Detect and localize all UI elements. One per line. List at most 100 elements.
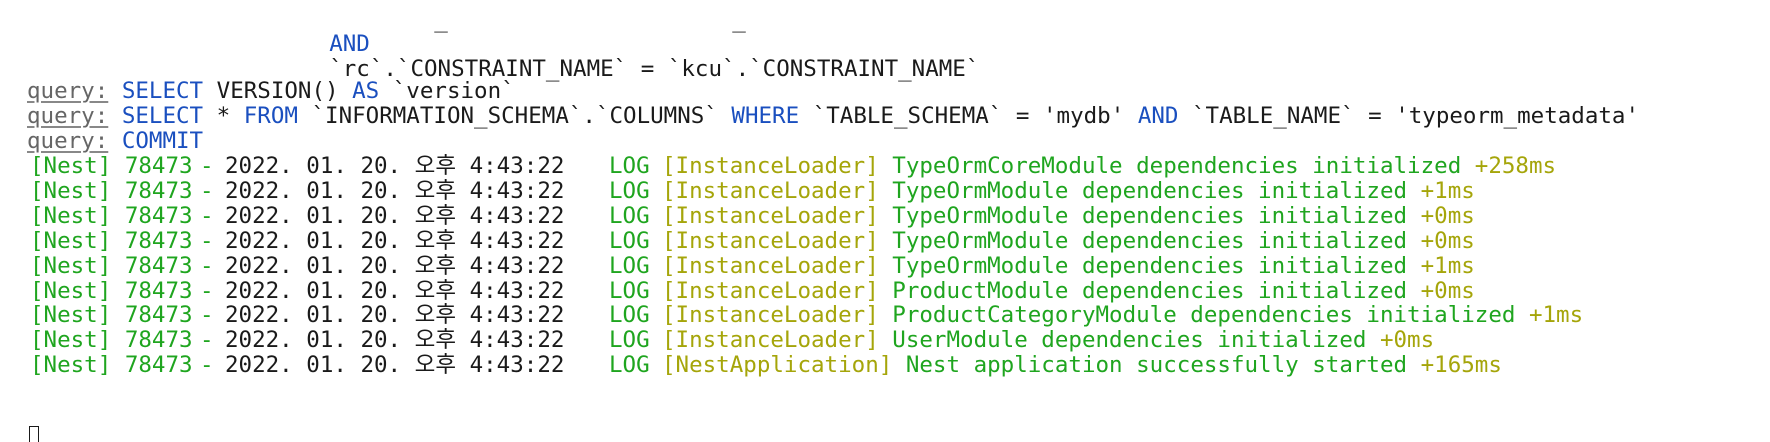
log-level: LOG bbox=[609, 252, 650, 279]
log-line: [Nest] 78473-2022. 01. 20. 오후 4:43:22 LOG… bbox=[0, 252, 1770, 280]
terminal-output[interactable]: _ _ AND `rc`.`CONSTRAINT_NAME` = `kcu`.`… bbox=[0, 0, 1770, 442]
log-message: TypeOrmCoreModule dependencies initializ… bbox=[892, 153, 1462, 179]
log-elapsed: +0ms bbox=[1420, 277, 1475, 304]
sql-text: `TABLE_NAME` = 'typeorm_metadata' bbox=[1178, 103, 1640, 129]
log-context: [NestApplication] bbox=[662, 352, 893, 379]
log-elapsed: +0ms bbox=[1420, 202, 1475, 229]
log-timestamp: 2022. 01. 20. 오후 4:43:22 bbox=[225, 327, 565, 354]
log-timestamp: 2022. 01. 20. 오후 4:43:22 bbox=[225, 227, 565, 254]
log-elapsed: +0ms bbox=[1379, 327, 1435, 354]
query-line: query: COMMIT bbox=[27, 127, 203, 155]
sql-text: `version` bbox=[379, 78, 515, 104]
log-elapsed: +0ms bbox=[1420, 227, 1475, 254]
log-prefix: [Nest] 78473 bbox=[30, 277, 193, 304]
log-tail: [InstanceLoader] ProductCategoryModule d… bbox=[662, 301, 1583, 329]
log-level: LOG bbox=[609, 153, 650, 179]
log-tail: [NestApplication] Nest application succe… bbox=[662, 351, 1502, 379]
log-context: [InstanceLoader] bbox=[662, 327, 879, 354]
log-context: [InstanceLoader] bbox=[662, 277, 879, 304]
log-prefix: [Nest] 78473 bbox=[30, 153, 193, 179]
log-line: [Nest] 78473-2022. 01. 20. 오후 4:43:22 LOG… bbox=[0, 202, 1770, 230]
log-message: TypeOrmModule dependencies initialized bbox=[892, 227, 1408, 254]
log-tail: [InstanceLoader] TypeOrmModule dependenc… bbox=[662, 227, 1475, 255]
log-tail: [InstanceLoader] TypeOrmModule dependenc… bbox=[662, 177, 1475, 205]
log-line: [Nest] 78473-2022. 01. 20. 오후 4:43:22 LOG… bbox=[0, 152, 1770, 180]
log-elapsed: +1ms bbox=[1420, 252, 1475, 279]
log-message: ProductModule dependencies initialized bbox=[892, 277, 1408, 304]
log-dash: - bbox=[200, 202, 214, 229]
log-dash: - bbox=[200, 352, 214, 379]
sql-keyword: AND bbox=[1137, 103, 1179, 129]
log-prefix: [Nest] 78473 bbox=[30, 327, 193, 354]
clipped-top-line-2: _ bbox=[732, 7, 746, 33]
log-elapsed: +1ms bbox=[1528, 302, 1584, 329]
sql-keyword: WHERE bbox=[731, 103, 800, 129]
log-context: [InstanceLoader] bbox=[662, 302, 879, 329]
log-prefix: [Nest] 78473 bbox=[30, 252, 193, 279]
clipped-top-line: _ bbox=[434, 7, 448, 33]
log-dash: - bbox=[200, 252, 214, 279]
query-line: query: SELECT VERSION() AS `version` bbox=[27, 77, 515, 105]
log-context: [InstanceLoader] bbox=[662, 202, 879, 229]
log-context: [InstanceLoader] bbox=[662, 153, 879, 179]
log-dash: - bbox=[200, 327, 214, 354]
log-prefix: [Nest] 78473 bbox=[30, 177, 193, 204]
log-dash: - bbox=[200, 277, 214, 304]
log-line: [Nest] 78473-2022. 01. 20. 오후 4:43:22 LOG… bbox=[0, 177, 1770, 205]
log-prefix: [Nest] 78473 bbox=[30, 227, 193, 254]
log-line: [Nest] 78473-2022. 01. 20. 오후 4:43:22 LOG… bbox=[0, 326, 1770, 354]
log-line: [Nest] 78473-2022. 01. 20. 오후 4:43:22 LOG… bbox=[0, 277, 1770, 305]
sql-text: VERSION() bbox=[203, 78, 353, 104]
log-tail: [InstanceLoader] ProductModule dependenc… bbox=[662, 277, 1475, 305]
log-timestamp: 2022. 01. 20. 오후 4:43:22 bbox=[225, 153, 565, 179]
query-line: query: SELECT * FROM `INFORMATION_SCHEMA… bbox=[27, 102, 1639, 130]
log-elapsed: +1ms bbox=[1420, 177, 1475, 204]
query-label: query: bbox=[27, 78, 109, 104]
log-tail: [InstanceLoader] TypeOrmModule dependenc… bbox=[662, 252, 1475, 280]
log-dash: - bbox=[200, 302, 214, 329]
log-context: [InstanceLoader] bbox=[662, 227, 879, 254]
sql-keyword: SELECT bbox=[121, 103, 204, 129]
log-line: [Nest] 78473-2022. 01. 20. 오후 4:43:22 LOG… bbox=[0, 351, 1770, 379]
sql-text: `TABLE_SCHEMA` = 'mydb' bbox=[799, 103, 1138, 129]
log-line: [Nest] 78473-2022. 01. 20. 오후 4:43:22 LOG… bbox=[0, 301, 1770, 329]
log-timestamp: 2022. 01. 20. 오후 4:43:22 bbox=[225, 352, 565, 379]
log-tail: [InstanceLoader] UserModule dependencies… bbox=[662, 326, 1434, 354]
log-prefix: [Nest] 78473 bbox=[30, 302, 193, 329]
log-tail: [InstanceLoader] TypeOrmCoreModule depen… bbox=[662, 152, 1556, 180]
log-elapsed: +165ms bbox=[1420, 352, 1502, 379]
log-tail: [InstanceLoader] TypeOrmModule dependenc… bbox=[662, 202, 1475, 230]
log-context: [InstanceLoader] bbox=[662, 252, 879, 279]
log-level: LOG bbox=[609, 302, 650, 329]
log-prefix: [Nest] 78473 bbox=[30, 202, 193, 229]
log-elapsed: +258ms bbox=[1474, 153, 1557, 179]
log-message: Nest application successfully started bbox=[905, 352, 1408, 379]
log-timestamp: 2022. 01. 20. 오후 4:43:22 bbox=[225, 302, 565, 329]
sql-and-keyword: AND bbox=[275, 2, 370, 57]
log-line: [Nest] 78473-2022. 01. 20. 오후 4:43:22 LOG… bbox=[0, 227, 1770, 255]
sql-keyword: FROM bbox=[243, 103, 298, 129]
log-message: TypeOrmModule dependencies initialized bbox=[892, 202, 1408, 229]
log-level: LOG bbox=[609, 177, 650, 204]
log-level: LOG bbox=[609, 352, 650, 379]
query-label: query: bbox=[27, 103, 109, 129]
log-level: LOG bbox=[609, 202, 650, 229]
sql-text: * bbox=[203, 103, 244, 129]
log-prefix: [Nest] 78473 bbox=[30, 352, 193, 379]
sql-keyword: SELECT bbox=[121, 78, 204, 104]
sql-constraint-expression: `rc`.`CONSTRAINT_NAME` = `kcu`.`CONSTRAI… bbox=[275, 27, 979, 82]
terminal-cursor-icon bbox=[29, 426, 39, 442]
log-message: TypeOrmModule dependencies initialized bbox=[892, 177, 1408, 204]
query-label: query: bbox=[27, 128, 109, 154]
log-timestamp: 2022. 01. 20. 오후 4:43:22 bbox=[225, 202, 565, 229]
log-timestamp: 2022. 01. 20. 오후 4:43:22 bbox=[225, 277, 565, 304]
log-timestamp: 2022. 01. 20. 오후 4:43:22 bbox=[225, 177, 565, 204]
sql-text: `INFORMATION_SCHEMA`.`COLUMNS` bbox=[297, 103, 732, 129]
log-dash: - bbox=[200, 177, 214, 204]
log-dash: - bbox=[200, 153, 214, 179]
log-dash: - bbox=[200, 227, 214, 254]
log-level: LOG bbox=[609, 277, 650, 304]
log-message: UserModule dependencies initialized bbox=[892, 327, 1367, 354]
log-context: [InstanceLoader] bbox=[662, 177, 879, 204]
sql-keyword: COMMIT bbox=[121, 128, 204, 154]
